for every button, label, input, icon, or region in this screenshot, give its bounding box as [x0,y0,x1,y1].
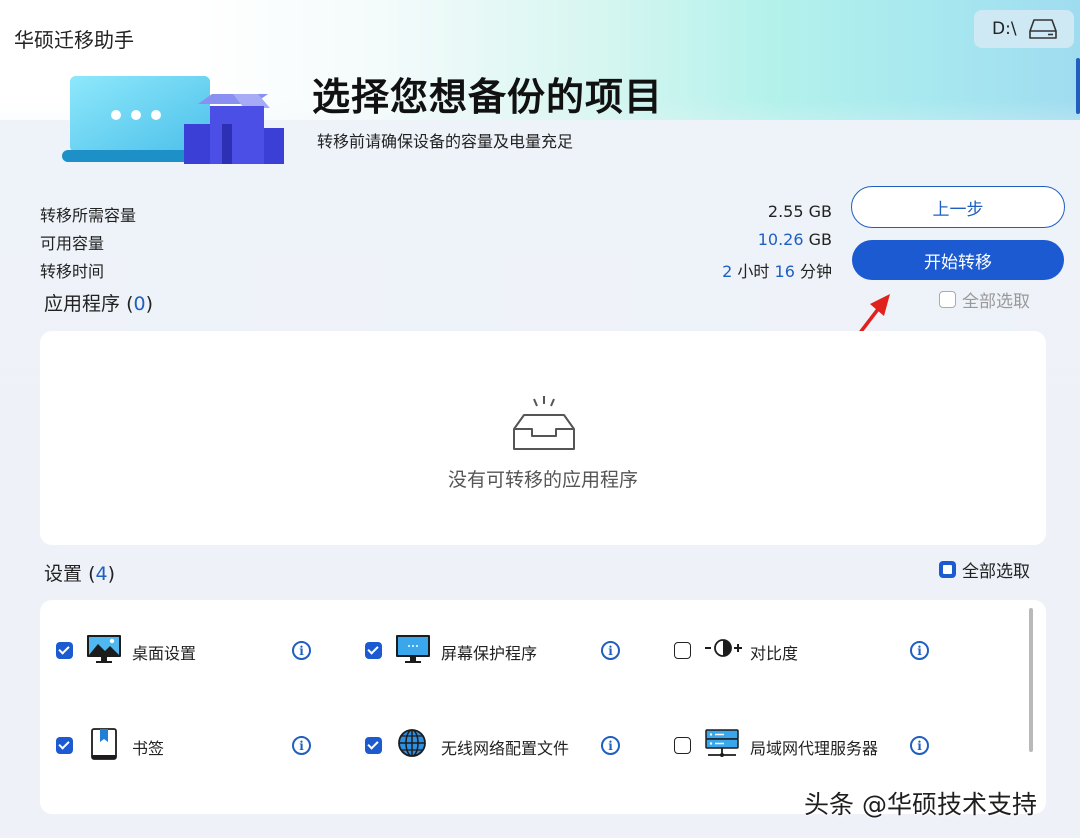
available-capacity-value: 10.26 GB [758,230,832,249]
required-capacity-label: 转移所需容量 [40,206,137,225]
setting-checkbox[interactable] [674,737,691,754]
monitor-icon [395,633,431,669]
start-transfer-button[interactable]: 开始转移 [852,240,1064,280]
empty-tray-icon [510,393,580,457]
required-capacity-value: 2.55 GB [768,202,832,221]
settings-panel: 桌面设置 i 屏幕保护程序 i 对比度 i 书签 i 无线网络配置文件 i 局域… [40,600,1046,814]
empty-apps-message: 没有可转移的应用程序 [447,469,638,491]
transfer-hours-unit: 小时 [737,262,770,281]
transfer-minutes: 16 [774,262,795,281]
settings-title: 设置 [44,563,83,585]
select-all-settings[interactable]: 全部选取 [939,557,1030,582]
setting-item-bookmarks[interactable]: 书签 i [56,728,356,761]
drive-selector-button[interactable]: D:\ [974,10,1074,48]
desktop-icon [86,633,122,669]
info-icon[interactable]: i [910,641,929,660]
setting-label: 无线网络配置文件 [441,739,570,758]
migration-illustration [58,70,288,170]
page-title: 选择您想备份的项目 [312,75,664,119]
bookmark-icon [86,728,122,766]
apps-panel: 没有可转移的应用程序 [40,331,1046,545]
setting-label: 局域网代理服务器 [750,739,879,758]
setting-item-desktop[interactable]: 桌面设置 i [56,633,356,669]
window-edge-accent [1076,58,1080,114]
setting-checkbox[interactable] [56,737,73,754]
back-button[interactable]: 上一步 [851,186,1065,228]
select-all-settings-label: 全部选取 [962,562,1030,582]
info-icon[interactable]: i [910,736,929,755]
info-icon[interactable]: i [601,736,620,755]
app-title: 华硕迁移助手 [14,28,134,52]
required-capacity-unit: GB [808,202,832,221]
setting-label: 桌面设置 [132,644,197,663]
select-all-settings-checkbox[interactable] [939,561,956,578]
transfer-minutes-unit: 分钟 [799,262,832,281]
transfer-time-label: 转移时间 [40,262,105,281]
transfer-time-value: 2 小时 16 分钟 [722,258,832,282]
available-capacity-number: 10.26 [757,230,804,249]
setting-item-lan-proxy[interactable]: 局域网代理服务器 i [674,729,974,761]
apps-section-title: 应用程序 (0) [44,293,153,315]
settings-scrollbar[interactable] [1029,608,1033,752]
globe-icon [395,728,431,766]
select-all-apps-checkbox[interactable] [939,291,956,308]
setting-item-wifi-profiles[interactable]: 无线网络配置文件 i [365,729,665,761]
apps-title: 应用程序 [44,293,121,315]
info-icon[interactable]: i [601,641,620,660]
drive-label: D:\ [992,19,1017,39]
server-icon [704,728,740,766]
apps-count: 0 [133,293,146,315]
info-icon[interactable]: i [292,736,311,755]
hard-drive-icon [1028,17,1058,45]
setting-label: 书签 [132,739,165,758]
setting-checkbox[interactable] [56,642,73,659]
transfer-hours: 2 [722,262,733,281]
available-capacity-label: 可用容量 [40,234,105,253]
setting-label: 对比度 [750,644,799,663]
select-all-apps-label: 全部选取 [962,292,1030,312]
setting-checkbox[interactable] [674,642,691,659]
available-capacity-unit: GB [808,230,832,249]
setting-label: 屏幕保护程序 [441,644,538,663]
page-subtitle: 转移前请确保设备的容量及电量充足 [317,132,574,151]
watermark: 头条 @华硕技术支持 [804,790,1037,819]
required-capacity-number: 2.55 [767,202,804,221]
setting-checkbox[interactable] [365,737,382,754]
setting-item-screensaver[interactable]: 屏幕保护程序 i [365,633,665,669]
settings-count: 4 [95,563,108,585]
setting-item-contrast[interactable]: 对比度 i [674,636,974,666]
setting-checkbox[interactable] [365,642,382,659]
info-icon[interactable]: i [292,641,311,660]
select-all-apps[interactable]: 全部选取 [939,287,1030,312]
settings-section-title: 设置 (4) [44,563,115,585]
contrast-icon [704,633,744,669]
